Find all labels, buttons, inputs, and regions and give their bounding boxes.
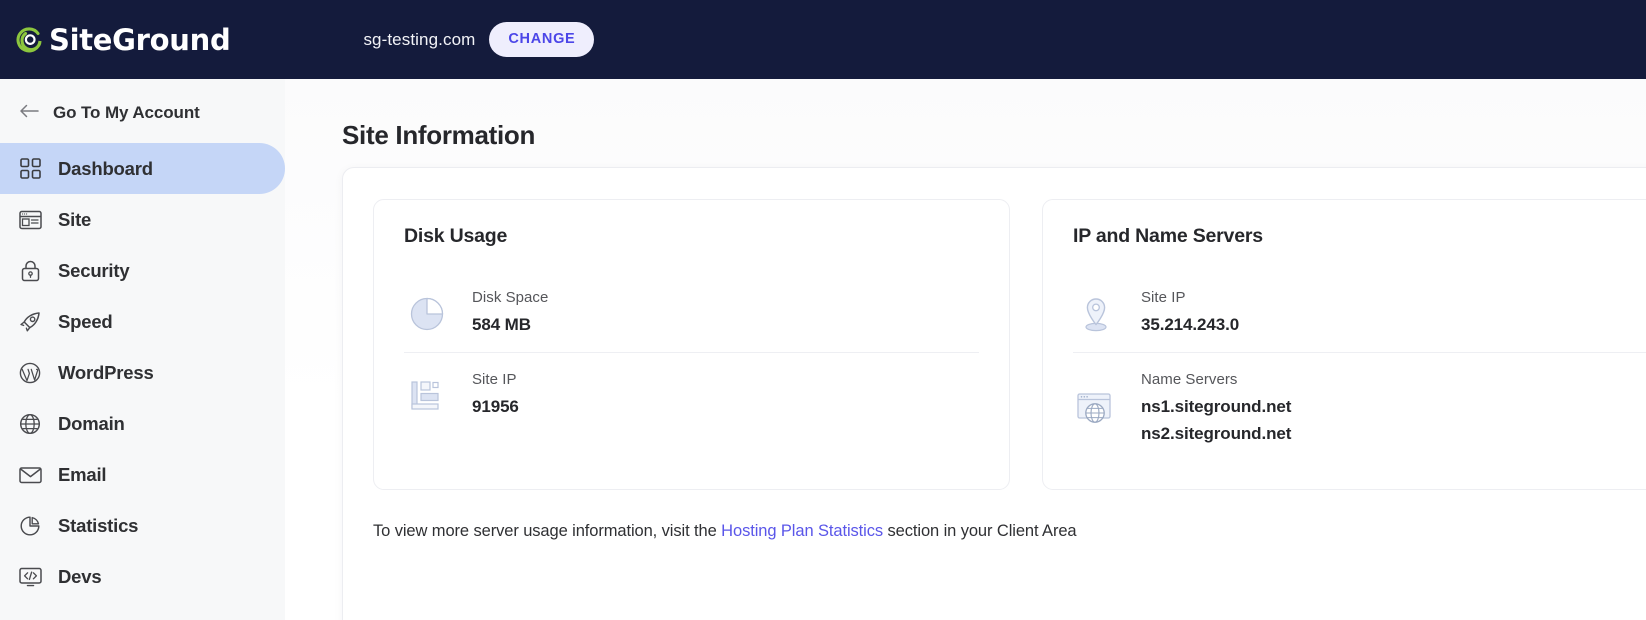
name-server-1: ns1.siteground.net bbox=[1141, 397, 1292, 417]
inodes-row: Site IP 91956 bbox=[404, 352, 979, 434]
lock-icon bbox=[18, 259, 42, 283]
disk-usage-card: Disk Usage Disk Space 584 MB Site IP 919… bbox=[373, 199, 1010, 491]
sidebar-item-statistics[interactable]: Statistics bbox=[0, 500, 285, 551]
change-site-button[interactable]: CHANGE bbox=[489, 22, 595, 57]
site-ip-row: Site IP 35.214.243.0 bbox=[1073, 277, 1646, 352]
sidebar-label-domain: Domain bbox=[58, 412, 125, 434]
envelope-icon bbox=[18, 463, 42, 487]
sidebar-item-dashboard[interactable]: Dashboard bbox=[0, 143, 285, 194]
browser-window-icon bbox=[18, 208, 42, 232]
pie-slice-icon bbox=[404, 291, 450, 337]
page-title: Site Information bbox=[342, 120, 536, 150]
site-ip-text: Site IP 35.214.243.0 bbox=[1141, 289, 1239, 338]
wordpress-icon bbox=[18, 361, 42, 385]
site-ip-label: Site IP bbox=[1141, 289, 1186, 306]
disk-usage-title: Disk Usage bbox=[404, 225, 508, 247]
ip-name-servers-title: IP and Name Servers bbox=[1073, 225, 1263, 247]
info-cards-row: Disk Usage Disk Space 584 MB Site IP 919… bbox=[373, 199, 1646, 491]
sidebar-label-statistics: Statistics bbox=[58, 514, 139, 536]
sidebar-label-security: Security bbox=[58, 259, 130, 281]
pie-chart-icon bbox=[18, 514, 42, 538]
sidebar-label-email: Email bbox=[58, 463, 107, 485]
grid-icon bbox=[18, 157, 42, 181]
name-server-2: ns2.siteground.net bbox=[1141, 423, 1292, 443]
arrow-left-icon bbox=[18, 103, 40, 124]
site-switcher: sg-testing.com CHANGE bbox=[363, 22, 595, 57]
sidebar-item-domain[interactable]: Domain bbox=[0, 398, 285, 449]
rocket-icon bbox=[18, 310, 42, 334]
sidebar-item-wordpress[interactable]: WordPress bbox=[0, 347, 285, 398]
inodes-label: Site IP bbox=[472, 371, 517, 389]
map-pin-icon bbox=[1073, 291, 1119, 337]
inodes-text: Site IP 91956 bbox=[472, 371, 519, 420]
sidebar: Go To My Account Dashboard Site Security… bbox=[0, 79, 285, 620]
site-information-panel: Disk Usage Disk Space 584 MB Site IP 919… bbox=[342, 167, 1646, 620]
hosting-plan-statistics-link[interactable]: Hosting Plan Statistics bbox=[721, 522, 883, 540]
sidebar-label-site: Site bbox=[58, 208, 92, 230]
disk-space-row: Disk Space 584 MB bbox=[404, 277, 979, 352]
sidebar-item-email[interactable]: Email bbox=[0, 449, 285, 500]
disk-space-value: 584 MB bbox=[472, 315, 531, 334]
sidebar-item-site[interactable]: Site bbox=[0, 194, 285, 245]
top-header-bar: SiteGround sg-testing.com CHANGE bbox=[0, 0, 1646, 79]
sidebar-label-devs: Devs bbox=[58, 565, 102, 587]
sidebar-nav: Dashboard Site Security Speed WordPress … bbox=[0, 143, 285, 602]
disk-space-label: Disk Space bbox=[472, 289, 549, 306]
site-ip-value: 35.214.243.0 bbox=[1141, 315, 1240, 334]
globe-icon bbox=[18, 412, 42, 436]
current-domain: sg-testing.com bbox=[363, 29, 476, 49]
siteground-logo[interactable]: SiteGround bbox=[16, 22, 231, 57]
file-tree-icon bbox=[404, 373, 450, 419]
name-servers-row: Name Servers ns1.siteground.net ns2.site… bbox=[1073, 352, 1646, 461]
main-content: Site Information Disk Usage Disk Space 5… bbox=[285, 79, 1646, 620]
ip-name-servers-card: IP and Name Servers Site IP 35.214.243.0 bbox=[1042, 199, 1646, 491]
code-monitor-icon bbox=[18, 565, 42, 589]
disk-space-text: Disk Space 584 MB bbox=[472, 289, 548, 338]
brand-name: SiteGround bbox=[49, 22, 231, 57]
note-text-after: section in your Client Area bbox=[883, 522, 1077, 541]
sidebar-label-wordpress: WordPress bbox=[58, 361, 154, 383]
hosting-plan-note: To view more server usage information, v… bbox=[373, 522, 1641, 541]
go-to-my-account-link[interactable]: Go To My Account bbox=[0, 96, 285, 130]
siteground-spiral-logo-icon bbox=[16, 25, 46, 55]
sidebar-label-speed: Speed bbox=[58, 310, 113, 332]
inodes-value: 91956 bbox=[472, 397, 519, 417]
sidebar-item-devs[interactable]: Devs bbox=[0, 551, 285, 602]
name-servers-label: Name Servers bbox=[1141, 371, 1238, 389]
sidebar-item-security[interactable]: Security bbox=[0, 245, 285, 296]
name-servers-text: Name Servers ns1.siteground.net ns2.site… bbox=[1141, 371, 1291, 447]
sidebar-item-speed[interactable]: Speed bbox=[0, 296, 285, 347]
sidebar-label-dashboard: Dashboard bbox=[58, 157, 153, 179]
browser-globe-icon bbox=[1073, 386, 1119, 432]
note-text-before: To view more server usage information, v… bbox=[373, 522, 722, 541]
go-to-my-account-label: Go To My Account bbox=[53, 103, 200, 122]
